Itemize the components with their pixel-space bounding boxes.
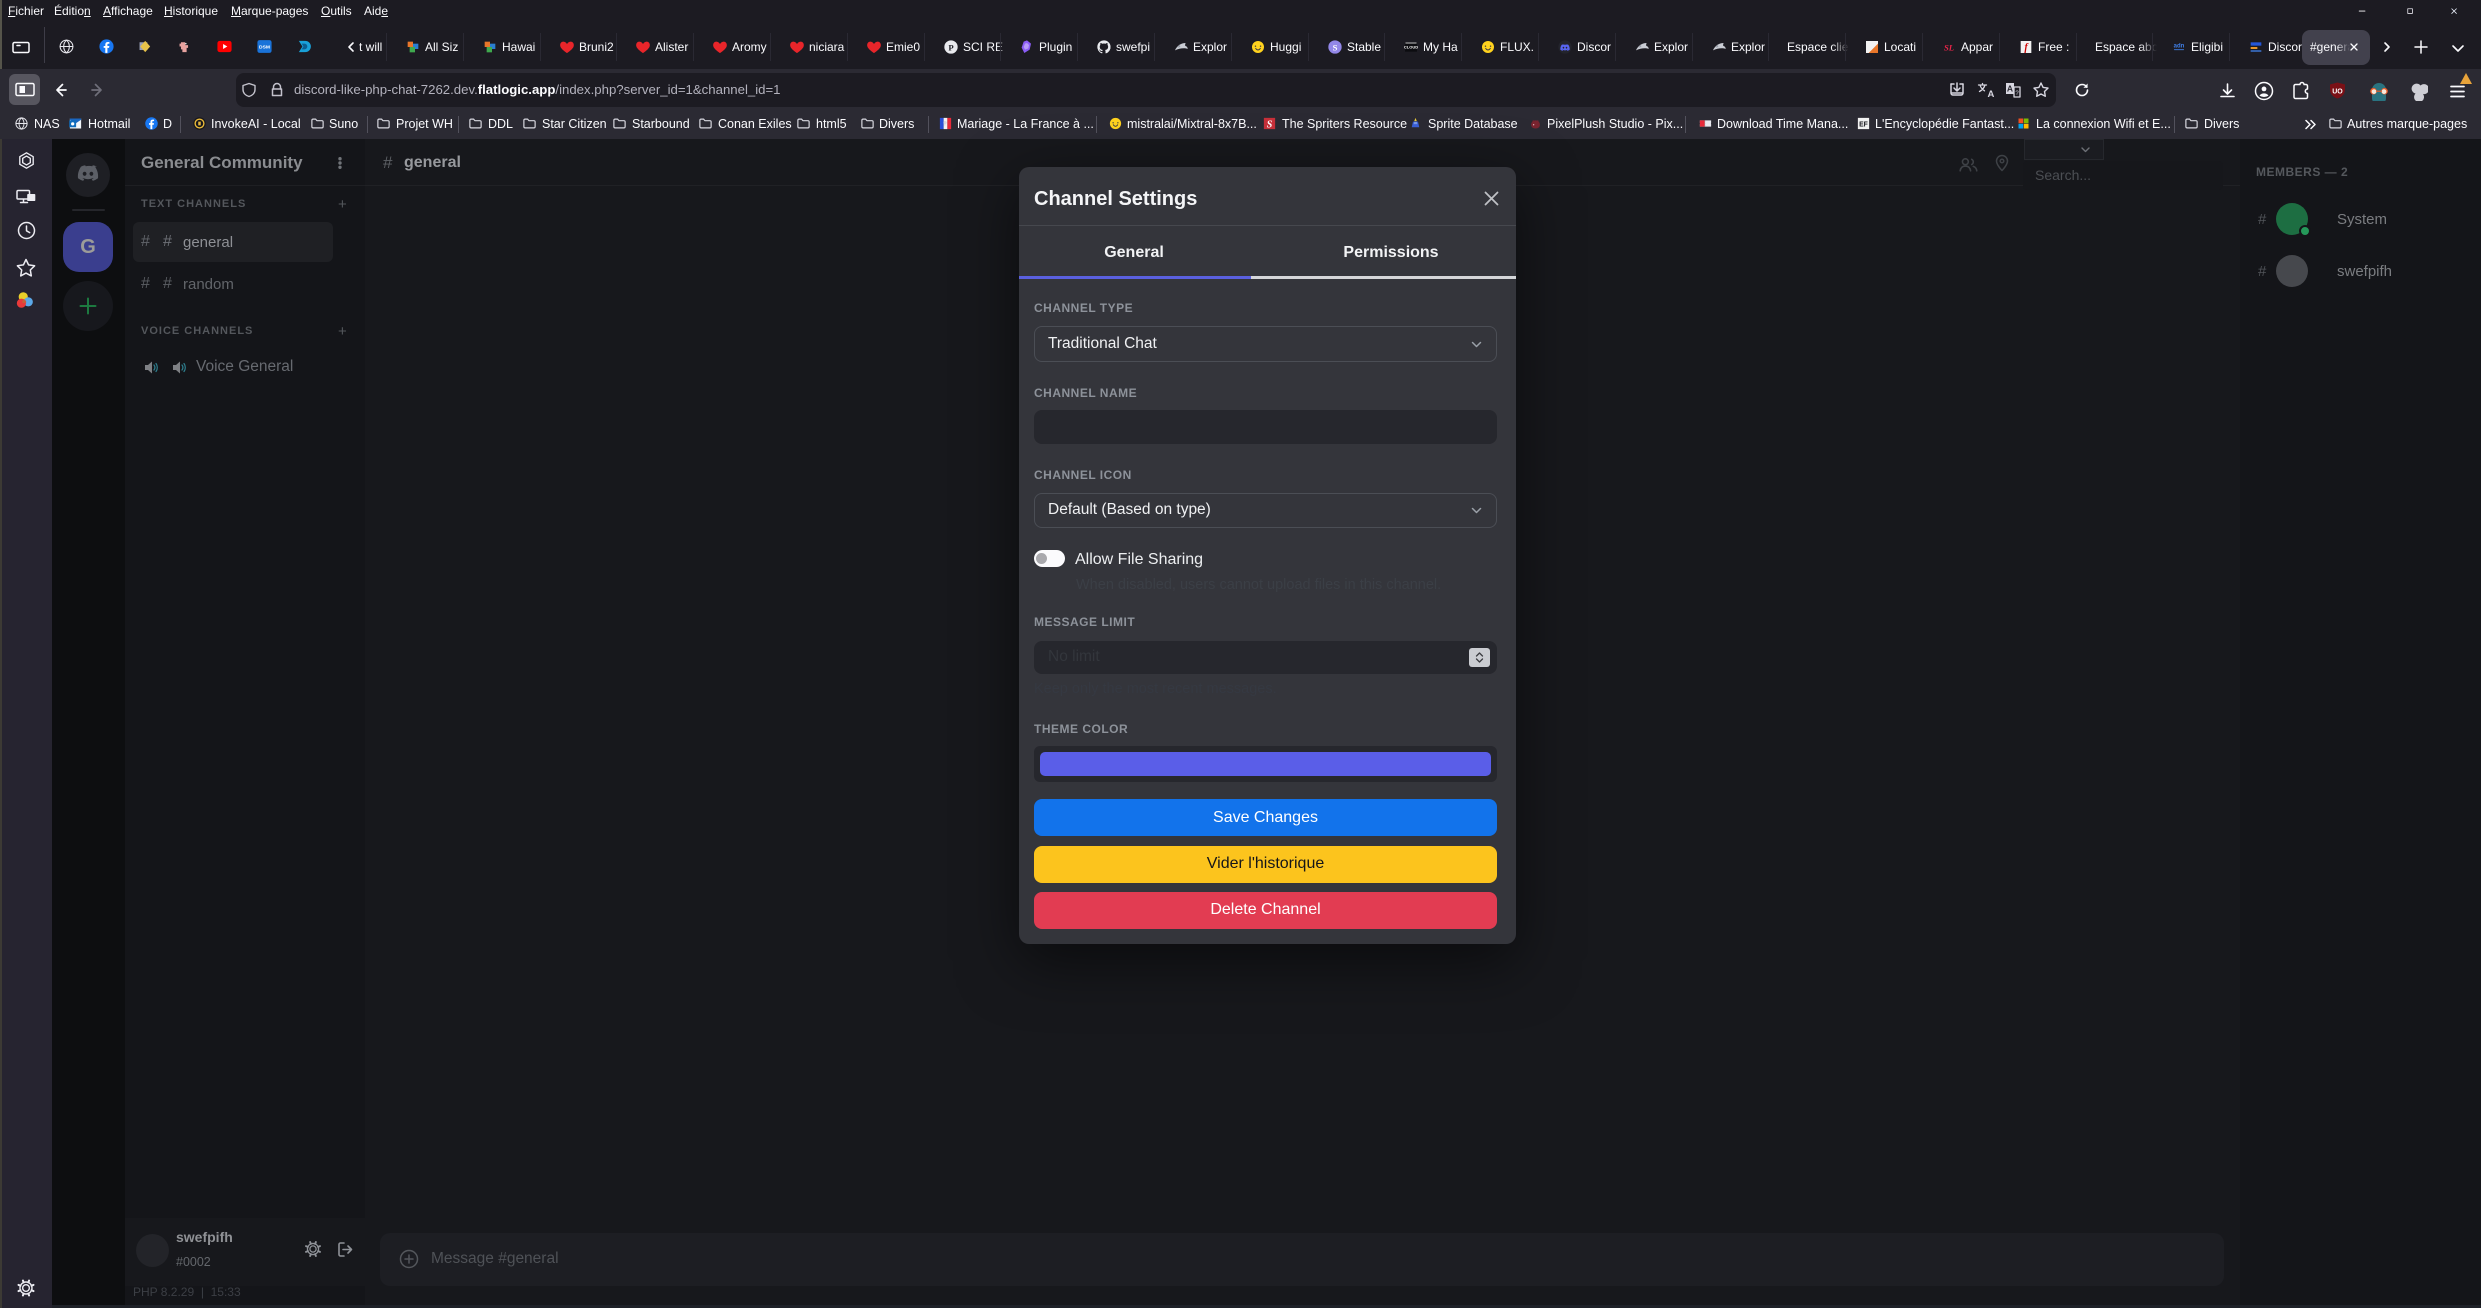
svg-text:A: A: [1988, 89, 1995, 99]
svg-text:A: A: [2007, 84, 2013, 94]
svg-text:S: S: [1333, 42, 1338, 52]
svg-text:adn: adn: [2174, 44, 2185, 50]
svg-text:SL: SL: [1944, 42, 1954, 52]
svg-text:P: P: [948, 42, 954, 52]
svg-text:?: ?: [2015, 91, 2019, 97]
svg-text:S: S: [1267, 119, 1273, 130]
svg-text:EF: EF: [1859, 122, 1868, 129]
svg-text:CLOUD: CLOUD: [1404, 44, 1418, 49]
svg-text:DSM: DSM: [259, 45, 270, 51]
svg-text:UO: UO: [2332, 89, 2343, 96]
